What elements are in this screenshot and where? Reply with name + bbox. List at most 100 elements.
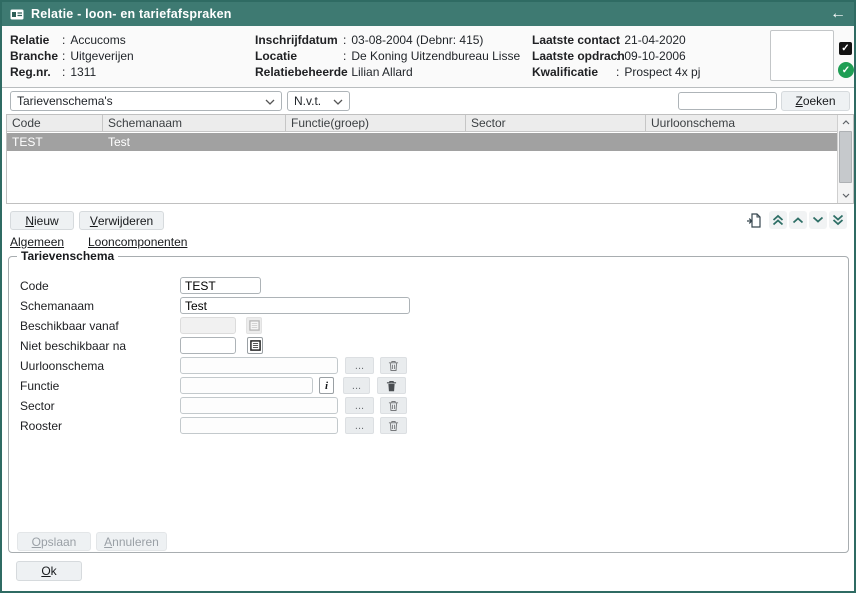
- schemanaam-input[interactable]: [180, 297, 410, 314]
- tab-algemeen[interactable]: Algemeen: [10, 235, 64, 249]
- cell-uurloonschema: [646, 133, 837, 151]
- field-value: Uitgeverijen: [70, 48, 133, 64]
- field-label: Inschrijfdatum: [255, 32, 343, 48]
- chevron-down-icon: [265, 94, 275, 108]
- code-input[interactable]: [180, 277, 261, 294]
- column-header-schemanaam[interactable]: Schemanaam: [103, 115, 286, 131]
- search-input[interactable]: [678, 92, 777, 110]
- list-toolbar: Tarievenschema's N.v.t. Zoeken: [2, 88, 854, 113]
- previous-record-icon[interactable]: [789, 211, 807, 229]
- next-record-icon[interactable]: [809, 211, 827, 229]
- sector-delete-button[interactable]: [380, 397, 407, 414]
- colon: [62, 64, 65, 80]
- beschikbaar-vanaf-input: [180, 317, 236, 334]
- field-label: Kwalificatie: [532, 64, 616, 80]
- first-record-icon[interactable]: [769, 211, 787, 229]
- uurloonschema-delete-button[interactable]: [380, 357, 407, 374]
- scrollbar-thumb[interactable]: [839, 131, 852, 183]
- colon: [62, 32, 65, 48]
- grid-header: Code Schemanaam Functie(groep) Sector Uu…: [7, 115, 837, 132]
- rooster-browse-button[interactable]: ...: [345, 417, 374, 434]
- rooster-input[interactable]: [180, 417, 338, 434]
- column-header-sector[interactable]: Sector: [466, 115, 646, 131]
- rooster-label: Rooster: [20, 419, 62, 433]
- sector-label: Sector: [20, 399, 55, 413]
- nieuw-button[interactable]: Nieuw: [10, 211, 74, 230]
- filter-select[interactable]: N.v.t.: [287, 91, 350, 111]
- field-value: Accucoms: [70, 32, 125, 48]
- schema-type-select[interactable]: Tarievenschema's: [10, 91, 282, 111]
- functie-label: Functie: [20, 379, 59, 393]
- functie-info-button[interactable]: i: [319, 377, 334, 394]
- colon: [343, 48, 346, 64]
- vertical-scrollbar[interactable]: [837, 115, 853, 203]
- field-label: Relatiebeheerde: [255, 64, 343, 80]
- cell-schemanaam: Test: [103, 133, 286, 151]
- field-value: Prospect 4x pj: [624, 64, 700, 80]
- sector-input[interactable]: [180, 397, 338, 414]
- header-column-2: Inschrijfdatum03-08-2004 (Debnr: 415) Lo…: [255, 32, 520, 80]
- contact-card-icon: [10, 9, 24, 20]
- colon: [616, 32, 619, 48]
- schema-type-value: Tarievenschema's: [17, 94, 265, 108]
- field-value: 1311: [70, 64, 96, 80]
- colon: [343, 32, 346, 48]
- header-column-1: RelatieAccucoms BrancheUitgeverijen Reg.…: [10, 32, 134, 80]
- colon: [343, 64, 346, 80]
- colon: [616, 64, 619, 80]
- code-label: Code: [20, 279, 49, 293]
- schemanaam-label: Schemanaam: [20, 299, 94, 313]
- uurloonschema-label: Uurloonschema: [20, 359, 104, 373]
- schema-grid: Code Schemanaam Functie(groep) Sector Uu…: [6, 114, 854, 204]
- field-label: Reg.nr.: [10, 64, 62, 80]
- column-header-code[interactable]: Code: [7, 115, 103, 131]
- field-label: Laatste contact: [532, 32, 616, 48]
- field-value: 21-04-2020: [624, 32, 685, 48]
- field-label: Branche: [10, 48, 62, 64]
- column-header-functiegroep[interactable]: Functie(groep): [286, 115, 466, 131]
- tab-looncomponenten[interactable]: Looncomponenten: [88, 235, 202, 249]
- app-window: Relatie - loon- en tariefafspraken ← Rel…: [0, 0, 856, 593]
- colon: [616, 48, 619, 64]
- cell-sector: [466, 133, 646, 151]
- beschikbaar-vanaf-label: Beschikbaar vanaf: [20, 319, 119, 333]
- field-value: 09-10-2006: [624, 48, 685, 64]
- table-row-selected[interactable]: TEST Test: [7, 133, 837, 151]
- header-column-3: Laatste contact 21-04-2020 Laatste opdrac…: [532, 32, 700, 80]
- rooster-delete-button[interactable]: [380, 417, 407, 434]
- tarievenschema-panel: Tarievenschema Code Schemanaam Beschikba…: [8, 256, 849, 553]
- back-arrow-icon[interactable]: ←: [830, 6, 846, 22]
- scroll-up-icon[interactable]: [838, 115, 853, 130]
- functie-delete-button[interactable]: [377, 377, 406, 394]
- zoeken-button[interactable]: Zoeken: [781, 91, 850, 111]
- window-title: Relatie - loon- en tariefafspraken: [31, 7, 232, 21]
- checked-checkbox-icon[interactable]: ✓: [839, 42, 852, 55]
- calendar-icon[interactable]: [247, 337, 263, 354]
- annuleren-button[interactable]: Annuleren: [96, 532, 167, 551]
- chevron-down-icon: [333, 94, 343, 108]
- sector-browse-button[interactable]: ...: [345, 397, 374, 414]
- column-header-uurloonschema[interactable]: Uurloonschema: [646, 115, 837, 131]
- functie-input[interactable]: [180, 377, 313, 394]
- field-value: De Koning Uitzendbureau Lisse: [351, 48, 520, 64]
- relation-header: RelatieAccucoms BrancheUitgeverijen Reg.…: [2, 26, 854, 88]
- titlebar: Relatie - loon- en tariefafspraken ←: [2, 2, 854, 26]
- last-record-icon[interactable]: [829, 211, 847, 229]
- scroll-down-icon[interactable]: [838, 188, 853, 203]
- verwijderen-button[interactable]: Verwijderen: [79, 211, 164, 230]
- new-record-icon[interactable]: [744, 211, 764, 229]
- uurloonschema-input[interactable]: [180, 357, 338, 374]
- field-label: Locatie: [255, 48, 343, 64]
- colon: [62, 48, 65, 64]
- detail-tabs: Algemeen Looncomponenten: [2, 235, 854, 252]
- field-value: Lilian Allard: [351, 64, 412, 80]
- uurloonschema-browse-button[interactable]: ...: [345, 357, 374, 374]
- field-label: Laatste opdrach: [532, 48, 616, 64]
- opslaan-button[interactable]: Opslaan: [17, 532, 91, 551]
- status-ok-icon: ✓: [838, 62, 854, 78]
- functie-browse-button[interactable]: ...: [343, 377, 370, 394]
- ok-button[interactable]: Ok: [16, 561, 82, 581]
- niet-beschikbaar-na-input[interactable]: [180, 337, 236, 354]
- cell-functiegroep: [286, 133, 466, 151]
- panel-legend: Tarievenschema: [17, 249, 118, 263]
